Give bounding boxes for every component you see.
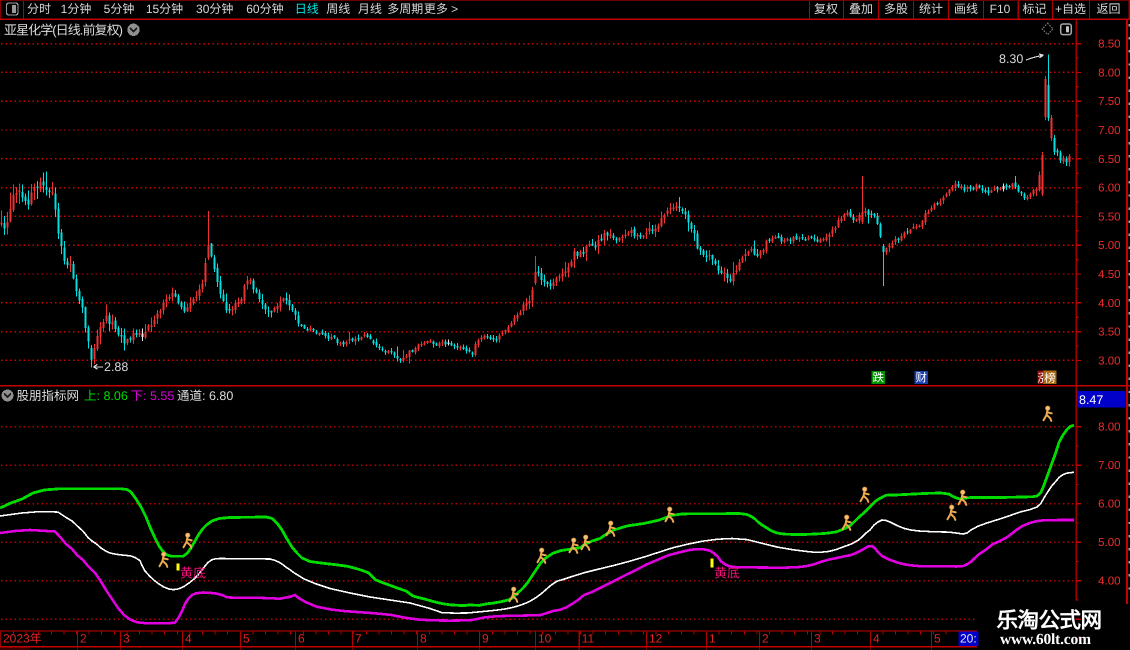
svg-text:分时: 分时	[27, 2, 51, 16]
svg-text:12: 12	[649, 632, 663, 646]
svg-text:www.60lt.com: www.60lt.com	[1000, 631, 1091, 648]
svg-text:5.50: 5.50	[1098, 211, 1120, 223]
svg-text:财: 财	[915, 372, 927, 385]
svg-text:月线: 月线	[358, 2, 382, 16]
svg-text:5.00: 5.00	[1098, 537, 1120, 549]
svg-text:9: 9	[482, 632, 489, 646]
svg-text:画线: 画线	[954, 2, 978, 16]
svg-text:8.50: 8.50	[1098, 39, 1120, 51]
svg-text:返回: 返回	[1096, 2, 1120, 16]
svg-text:黄底: 黄底	[714, 566, 740, 581]
svg-text:7: 7	[355, 632, 362, 646]
svg-text:黄底: 黄底	[180, 566, 206, 581]
svg-text:8.00: 8.00	[1098, 67, 1120, 79]
svg-text:6.00: 6.00	[1098, 499, 1120, 511]
svg-text:7.00: 7.00	[1098, 125, 1120, 137]
svg-text:亚星化学(日线.前复权): 亚星化学(日线.前复权)	[4, 23, 123, 38]
svg-text:3: 3	[123, 632, 130, 646]
svg-text:60分钟: 60分钟	[246, 2, 283, 16]
svg-text:6: 6	[298, 632, 305, 646]
svg-text:5: 5	[934, 632, 941, 646]
svg-text:3.50: 3.50	[1098, 327, 1120, 339]
svg-text:4.50: 4.50	[1098, 269, 1120, 281]
svg-text:股朋指标网: 股朋指标网	[17, 389, 80, 403]
svg-text:下: 5.55: 下: 5.55	[131, 389, 175, 403]
svg-text:多股: 多股	[884, 2, 908, 16]
svg-text:5.00: 5.00	[1098, 240, 1120, 252]
svg-text:8: 8	[420, 632, 427, 646]
svg-text:7.50: 7.50	[1098, 96, 1120, 108]
svg-text:标记: 标记	[1022, 2, 1046, 16]
svg-text:乐淘公式网: 乐淘公式网	[997, 609, 1103, 633]
svg-text:2023年: 2023年	[3, 632, 42, 646]
svg-text:更多 >: 更多 >	[424, 2, 458, 16]
svg-text:3: 3	[814, 632, 821, 646]
svg-text:+自选: +自选	[1055, 2, 1086, 16]
svg-text:15分钟: 15分钟	[146, 2, 183, 16]
svg-text:复权: 复权	[814, 2, 838, 16]
svg-text:3.00: 3.00	[1098, 355, 1120, 367]
svg-text:统计: 统计	[919, 2, 943, 16]
svg-text:榜: 榜	[1044, 372, 1056, 385]
svg-text:跌: 跌	[872, 372, 884, 385]
svg-text:4.00: 4.00	[1098, 576, 1120, 588]
svg-text:4.00: 4.00	[1098, 298, 1120, 310]
svg-text:2.88: 2.88	[104, 360, 128, 374]
svg-text:11: 11	[582, 632, 595, 646]
svg-text:4: 4	[873, 632, 880, 646]
svg-text:20:: 20:	[960, 632, 977, 646]
svg-text:8.47: 8.47	[1079, 393, 1103, 407]
svg-text:10: 10	[538, 632, 552, 646]
svg-text:6.50: 6.50	[1098, 154, 1120, 166]
svg-text:1: 1	[709, 632, 716, 646]
svg-text:5: 5	[243, 632, 250, 646]
svg-text:8.30: 8.30	[999, 52, 1023, 66]
svg-text:上: 8.06: 上: 8.06	[84, 389, 128, 403]
svg-text:F10: F10	[990, 2, 1011, 16]
svg-text:6.00: 6.00	[1098, 183, 1120, 195]
svg-text:4: 4	[185, 632, 192, 646]
svg-text:周线: 周线	[326, 2, 350, 16]
svg-text:2: 2	[80, 632, 87, 646]
svg-text:5分钟: 5分钟	[104, 2, 135, 16]
svg-text:日线: 日线	[295, 2, 319, 16]
svg-text:7.00: 7.00	[1098, 460, 1120, 472]
svg-text:30分钟: 30分钟	[196, 2, 233, 16]
svg-text:多周期: 多周期	[387, 2, 423, 16]
svg-text:通道: 6.80: 通道: 6.80	[177, 389, 233, 403]
svg-text:叠加: 叠加	[849, 2, 873, 16]
svg-text:8.00: 8.00	[1098, 422, 1120, 434]
svg-text:2: 2	[762, 632, 769, 646]
svg-text:1分钟: 1分钟	[61, 2, 92, 16]
